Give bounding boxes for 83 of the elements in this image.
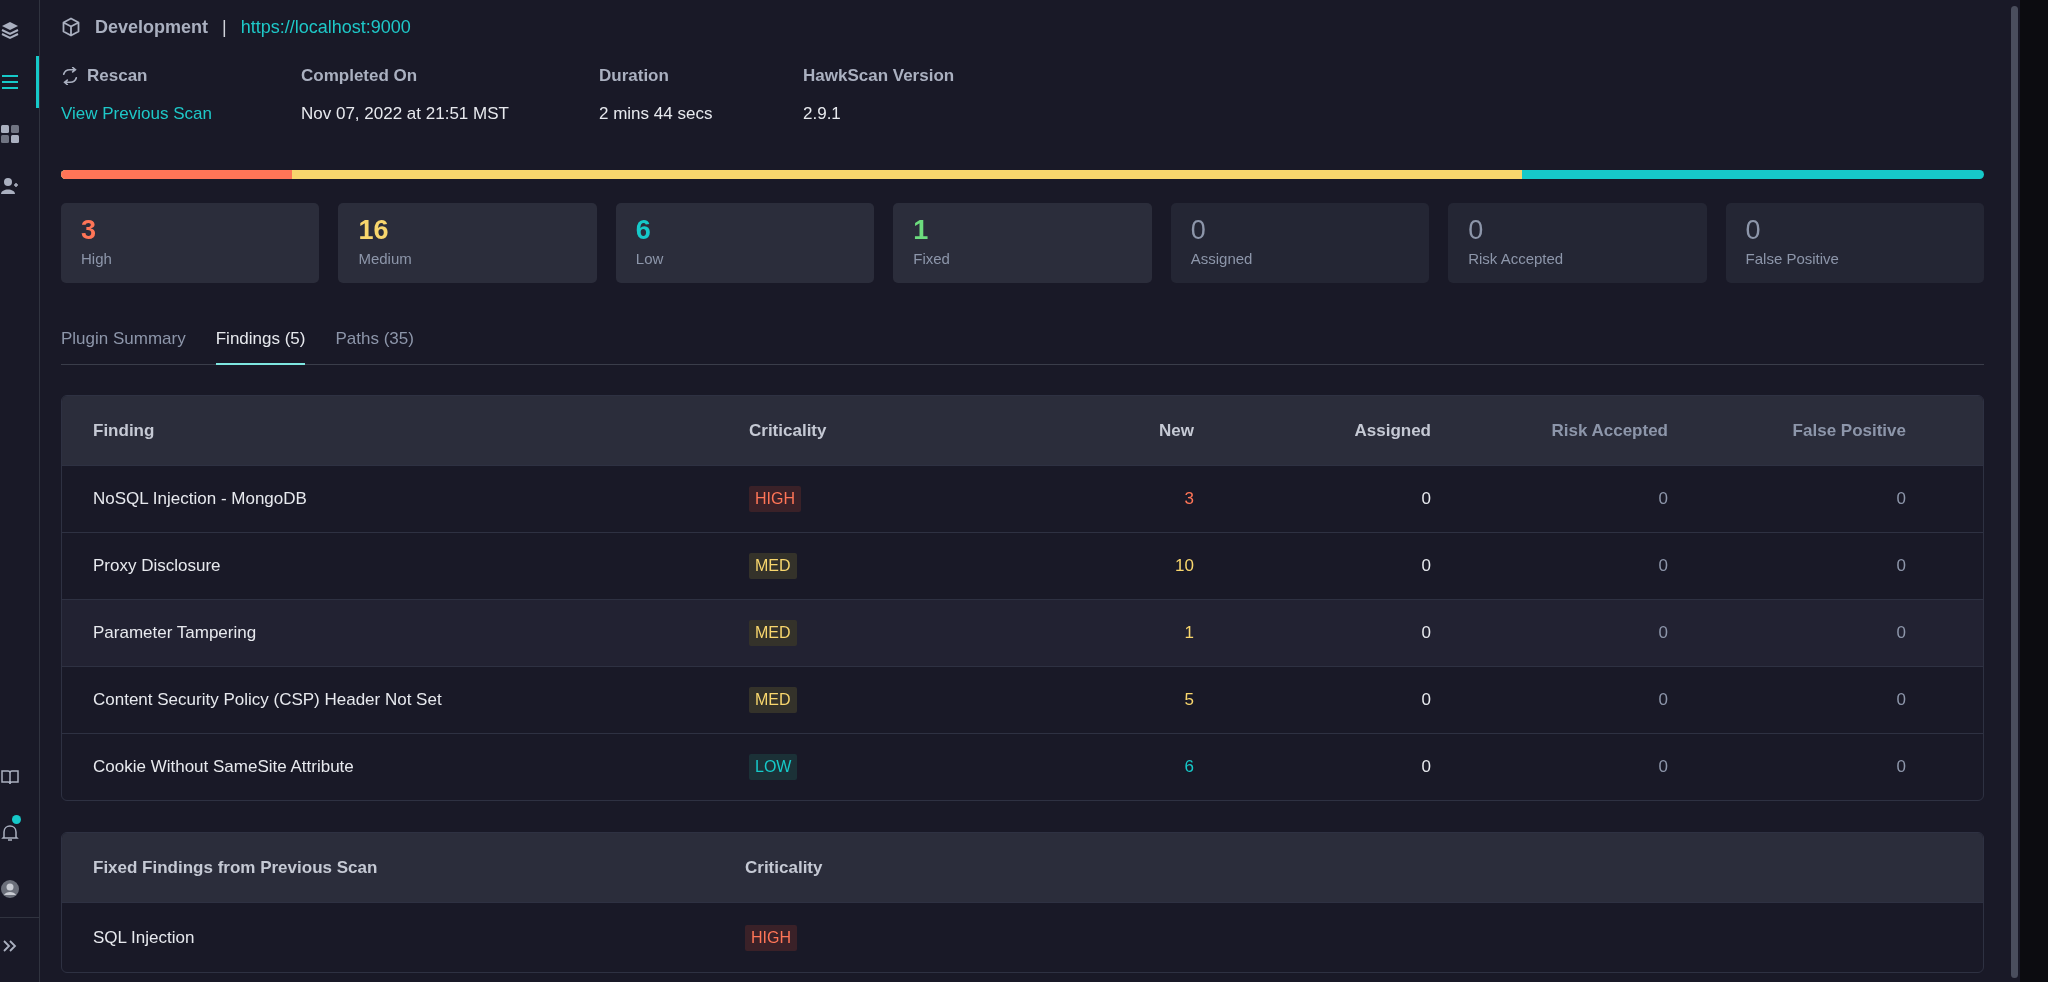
column-header: Criticality	[745, 857, 824, 878]
rescan-label[interactable]: Rescan	[87, 66, 148, 86]
tab[interactable]: Plugin Summary	[61, 329, 186, 365]
table-cell-text: 0	[1420, 489, 1431, 509]
table-cell-text: 0	[1895, 489, 1906, 509]
grid-icon[interactable]	[0, 124, 20, 144]
bell-icon[interactable]	[0, 823, 20, 843]
stat-label: High	[81, 250, 113, 267]
stat-label: Risk Accepted	[1468, 250, 1565, 267]
criticality-badge: MED	[749, 620, 797, 646]
field-value: 2.9.1	[803, 104, 842, 124]
table-cell-text: 10	[1174, 556, 1194, 576]
stat-value: 0	[1468, 217, 1485, 244]
table-row[interactable]: Parameter Tampering MED 1 0 0 0	[62, 599, 1983, 666]
column-header: Assigned	[1353, 420, 1431, 441]
refresh-icon[interactable]	[61, 67, 79, 85]
stat-value: 16	[358, 217, 390, 244]
table-cell-text: 0	[1895, 757, 1906, 777]
stat-label: Assigned	[1190, 250, 1254, 267]
stat-label: Medium	[358, 250, 413, 267]
separator: |	[222, 16, 227, 38]
column-header: Fixed Findings from Previous Scan	[93, 857, 379, 878]
field-value: Nov 07, 2022 at 21:51 MST	[301, 104, 510, 124]
finding-name: NoSQL Injection - MongoDB	[93, 489, 308, 509]
tab[interactable]: Paths (35)	[335, 329, 414, 365]
url-link[interactable]: https://localhost:9000	[240, 16, 411, 38]
table-cell-text: 3	[1183, 489, 1194, 509]
previous-scan-link[interactable]: View Previous Scan	[61, 104, 301, 124]
layers-icon[interactable]	[0, 20, 20, 40]
table-cell-text: 0	[1657, 556, 1668, 576]
criticality-badge: LOW	[749, 754, 798, 780]
column-header: New	[1158, 420, 1194, 441]
stat-value: 6	[635, 217, 652, 244]
finding-name: Content Security Policy (CSP) Header Not Set	[93, 690, 443, 710]
table-cell-text: 0	[1657, 757, 1668, 777]
table-cell-text: 0	[1895, 556, 1906, 576]
field-label: HawkScan Version	[803, 66, 956, 86]
stat-label: Fixed	[913, 250, 951, 267]
table-row[interactable]: Content Security Policy (CSP) Header Not Set MED 5 0 0 0	[62, 666, 1983, 733]
book-icon[interactable]	[0, 767, 20, 787]
table-row[interactable]: NoSQL Injection - MongoDB HIGH 3 0 0 0	[62, 465, 1983, 532]
finding-name: Parameter Tampering	[93, 623, 258, 643]
table-cell-text: 0	[1420, 556, 1431, 576]
environment-name: Development	[95, 16, 209, 38]
table-cell-text: 1	[1183, 623, 1194, 643]
column-header: Risk Accepted	[1550, 420, 1668, 441]
list-icon[interactable]	[0, 72, 20, 92]
column-header: Finding	[93, 420, 156, 441]
field-label: Completed On	[301, 66, 419, 86]
finding-name: SQL Injection	[93, 927, 196, 948]
table-cell-text: 0	[1657, 489, 1668, 509]
table-cell-text: 5	[1183, 690, 1194, 710]
table-cell-text: 0	[1895, 690, 1906, 710]
table-row[interactable]: Cookie Without SameSite Attribute LOW 6 0 0 0	[62, 733, 1983, 800]
table-cell-text: 0	[1657, 690, 1668, 710]
stat-label: False Positive	[1745, 250, 1840, 267]
stat-value: 0	[1745, 217, 1762, 244]
table-cell-text: 0	[1895, 623, 1906, 643]
table-row[interactable]: SQL Injection HIGH	[62, 902, 1983, 972]
cube-icon	[61, 17, 81, 37]
column-header: Criticality	[749, 420, 828, 441]
table-cell-text: 0	[1420, 623, 1431, 643]
criticality-badge: HIGH	[745, 924, 797, 951]
table-cell-text: 0	[1420, 690, 1431, 710]
add-user-icon[interactable]	[0, 176, 20, 196]
avatar-icon[interactable]	[0, 879, 20, 899]
table-cell-text: 6	[1183, 757, 1194, 777]
table-cell-text: 0	[1657, 623, 1668, 643]
stat-value: 1	[913, 217, 930, 244]
stat-value: 3	[81, 217, 98, 244]
field-label: Duration	[599, 66, 670, 86]
column-header: False Positive	[1791, 420, 1906, 441]
criticality-badge: HIGH	[749, 486, 801, 512]
field-value: 2 mins 44 secs	[599, 104, 714, 124]
criticality-badge: MED	[749, 553, 797, 579]
finding-name: Cookie Without SameSite Attribute	[93, 757, 355, 777]
scrollbar[interactable]	[2010, 6, 2018, 978]
finding-name: Proxy Disclosure	[93, 556, 222, 576]
tab[interactable]: Findings (5)	[215, 329, 306, 365]
table-cell-text: 0	[1420, 757, 1431, 777]
criticality-badge: MED	[749, 687, 797, 713]
stat-label: Low	[635, 250, 665, 267]
stat-value: 0	[1190, 217, 1207, 244]
